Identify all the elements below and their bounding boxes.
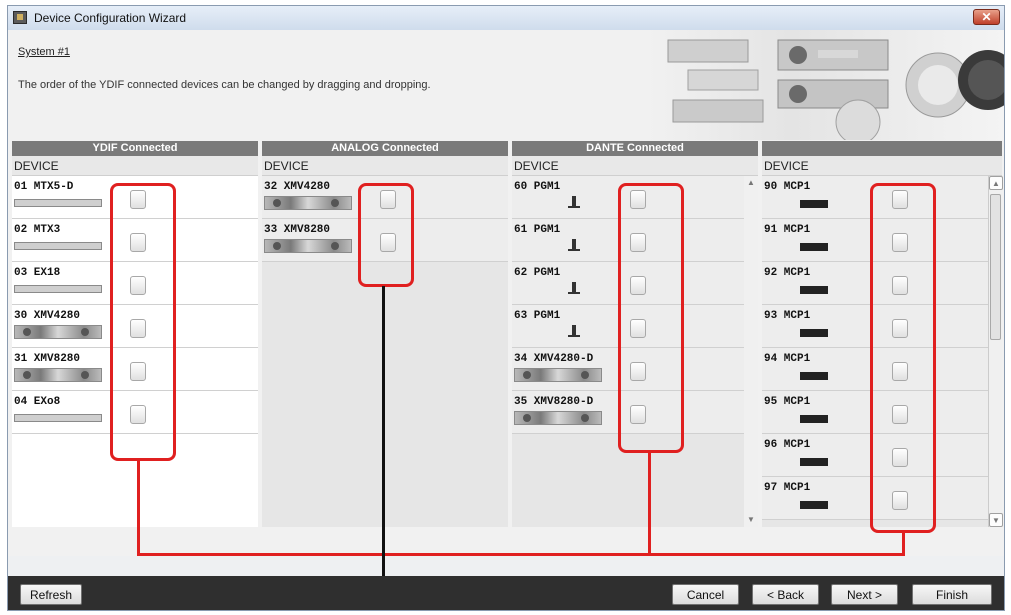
device-label: 93 MCP1 bbox=[764, 310, 811, 322]
annotation-line bbox=[137, 553, 905, 556]
device-label: 91 MCP1 bbox=[764, 224, 811, 236]
device-label: 04 EXo8 bbox=[14, 396, 61, 408]
mcp-panel-icon bbox=[800, 243, 828, 251]
device-label: 94 MCP1 bbox=[764, 353, 811, 365]
column-header-device: DEVICE bbox=[262, 156, 508, 176]
highlight-analog-checkboxes bbox=[358, 183, 414, 287]
panel-title: YDIF Connected bbox=[12, 141, 258, 156]
refresh-button[interactable]: Refresh bbox=[20, 584, 82, 605]
xmv-amp-icon bbox=[14, 368, 102, 382]
xmv-amp-icon bbox=[14, 325, 102, 339]
column-header-device: DEVICE bbox=[12, 156, 258, 176]
panel-title: DANTE Connected bbox=[512, 141, 758, 156]
annotation-pointer-line bbox=[382, 286, 385, 610]
device-label: 01 MTX5-D bbox=[14, 181, 74, 193]
next-button[interactable]: Next > bbox=[831, 584, 898, 605]
device-label: 96 MCP1 bbox=[764, 439, 811, 451]
mcp-panel-icon bbox=[800, 200, 828, 208]
annotation-line bbox=[137, 460, 140, 556]
xmv-amp-icon bbox=[514, 368, 602, 382]
title-bar: Device Configuration Wizard ✕ bbox=[8, 6, 1004, 31]
cancel-button[interactable]: Cancel bbox=[672, 584, 739, 605]
wizard-content: System #1 The order of the YDIF connecte… bbox=[8, 30, 1004, 556]
mcp-panel-icon bbox=[800, 286, 828, 294]
device-label: 95 MCP1 bbox=[764, 396, 811, 408]
highlight-ydif-checkboxes bbox=[110, 183, 176, 461]
device-label: 03 EX18 bbox=[14, 267, 61, 279]
description-text: The order of the YDIF connected devices … bbox=[18, 79, 431, 91]
finish-button[interactable]: Finish bbox=[912, 584, 992, 605]
mcp-panel-icon bbox=[800, 458, 828, 466]
device-label: 02 MTX3 bbox=[14, 224, 61, 236]
device-label: 62 PGM1 bbox=[514, 267, 561, 279]
xmv-amp-icon bbox=[264, 239, 352, 253]
scrollbar[interactable]: ▲ ▼ bbox=[988, 176, 1003, 527]
scroll-down-icon[interactable]: ▼ bbox=[744, 513, 758, 527]
paging-mic-icon bbox=[568, 196, 580, 208]
xmv-amp-icon bbox=[264, 196, 352, 210]
scroll-down-icon[interactable]: ▼ bbox=[989, 513, 1003, 527]
panel-title: ANALOG Connected bbox=[262, 141, 508, 156]
panel-title bbox=[762, 141, 1002, 156]
device-label: 63 PGM1 bbox=[514, 310, 561, 322]
scroll-thumb[interactable] bbox=[990, 194, 1001, 340]
device-label: 90 MCP1 bbox=[764, 181, 811, 193]
xmv-amp-icon bbox=[514, 411, 602, 425]
mcp-panel-icon bbox=[800, 501, 828, 509]
column-header-device: DEVICE bbox=[762, 156, 1002, 176]
wizard-window: Device Configuration Wizard ✕ System #1 … bbox=[7, 5, 1005, 611]
system-title: System #1 bbox=[18, 46, 70, 58]
device-label: 34 XMV4280-D bbox=[514, 353, 594, 365]
device-label: 32 XMV4280 bbox=[264, 181, 331, 193]
device-label: 92 MCP1 bbox=[764, 267, 811, 279]
ex-unit-icon bbox=[14, 414, 102, 422]
paging-mic-icon bbox=[568, 325, 580, 337]
mtx-unit-icon bbox=[14, 199, 102, 207]
device-label: 97 MCP1 bbox=[764, 482, 811, 494]
device-label: 61 PGM1 bbox=[514, 224, 561, 236]
device-label: 60 PGM1 bbox=[514, 181, 561, 193]
device-label: 30 XMV4280 bbox=[14, 310, 81, 322]
close-icon[interactable]: ✕ bbox=[973, 9, 1000, 25]
paging-mic-icon bbox=[568, 282, 580, 294]
banner-product-image bbox=[648, 30, 1004, 140]
device-label: 33 XMV8280 bbox=[264, 224, 331, 236]
footer-bar: Refresh Cancel < Back Next > Finish bbox=[8, 576, 1004, 610]
column-header-device: DEVICE bbox=[512, 156, 758, 176]
highlight-mcp-checkboxes bbox=[870, 183, 936, 533]
annotation-line bbox=[648, 452, 651, 556]
scroll-up-icon[interactable]: ▲ bbox=[744, 176, 758, 190]
window-title: Device Configuration Wizard bbox=[34, 11, 187, 25]
scroll-up-icon[interactable]: ▲ bbox=[989, 176, 1003, 190]
app-icon bbox=[13, 11, 27, 24]
paging-mic-icon bbox=[568, 239, 580, 251]
mcp-panel-icon bbox=[800, 415, 828, 423]
mcp-panel-icon bbox=[800, 329, 828, 337]
highlight-dante-checkboxes bbox=[618, 183, 684, 453]
mcp-panel-icon bbox=[800, 372, 828, 380]
ex-unit-icon bbox=[14, 285, 102, 293]
scrollbar[interactable]: ▲ ▼ bbox=[744, 176, 758, 527]
mtx-unit-icon bbox=[14, 242, 102, 250]
device-label: 35 XMV8280-D bbox=[514, 396, 594, 408]
device-label: 31 XMV8280 bbox=[14, 353, 81, 365]
back-button[interactable]: < Back bbox=[752, 584, 819, 605]
